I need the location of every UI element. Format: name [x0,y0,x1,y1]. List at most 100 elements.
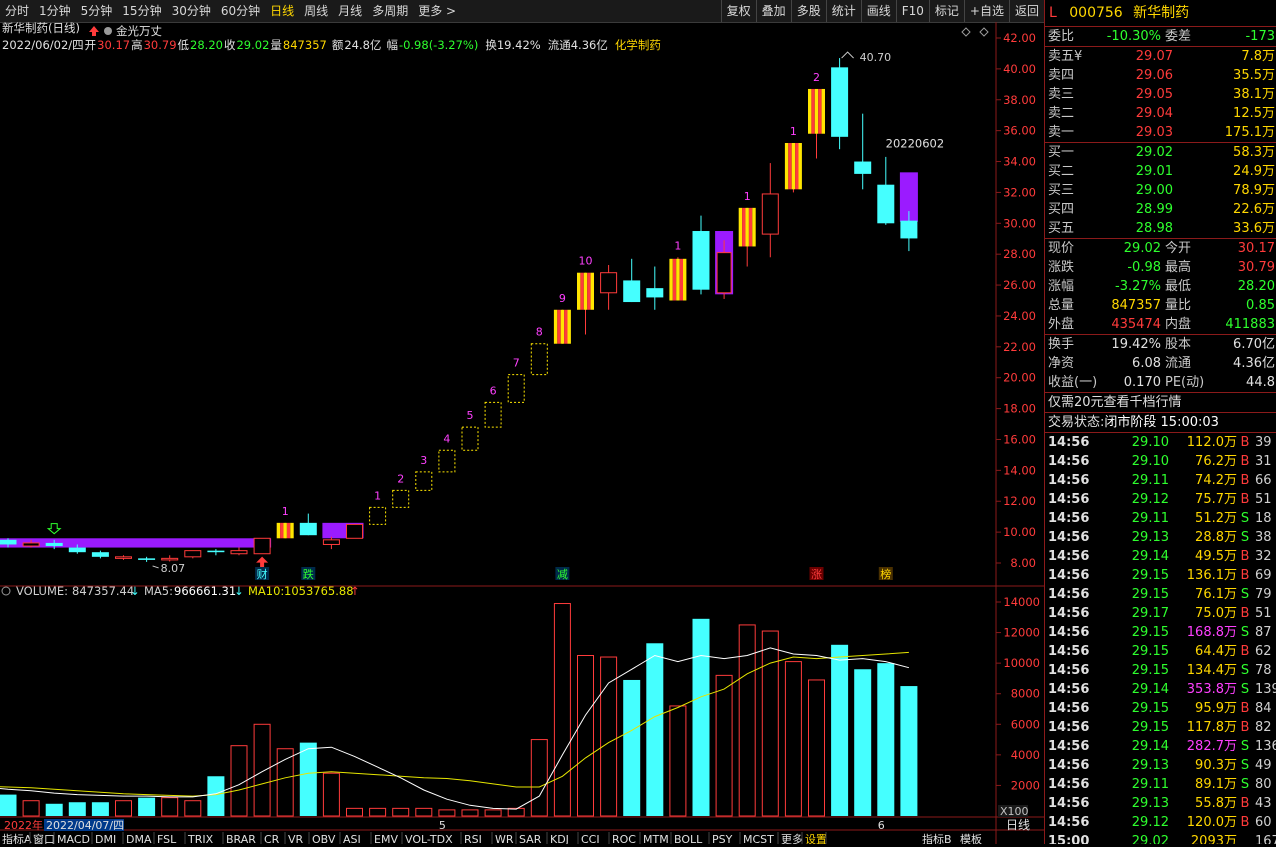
indicator-tab[interactable]: ASI [343,832,372,846]
period-tab-4[interactable]: 30分钟 [167,0,216,22]
kline-chart-area[interactable]: 1 1 2 3 4 5 6 7 8 9 10 1 1 1 2 40.70 8.07 20220602 财跌减涨榜… [0,21,1044,846]
tick-price: 29.02 [1131,834,1169,844]
period-tab-10[interactable]: 更多 > [413,0,461,22]
candle-body-stripe [590,272,594,310]
kline-chart[interactable]: 1123456789101112 40.708.0720220602 财跌减涨榜… [0,21,1044,846]
indicator-tab[interactable]: 设置 [805,832,827,846]
tick-volume: 28.8万 [1195,530,1237,545]
period-tab-0[interactable]: 分时 [0,0,34,22]
toolbar-action-3[interactable]: 统计 [825,0,861,22]
indicator-tab[interactable]: ROC [612,832,641,846]
bid-price: 29.01 [1135,164,1173,179]
right-tab[interactable]: 模板 [960,832,982,846]
indicator-tab-label: EMV [374,833,398,844]
fund-value: 6.08 [1132,356,1161,371]
high-marker [841,51,854,59]
tick-side: S [1240,739,1250,754]
candle [808,88,825,159]
candle-body [623,280,641,303]
period-tab-8[interactable]: 月线 [333,0,367,22]
notice-link[interactable]: 仅需20元查看千档行情 [1045,393,1276,413]
ma5-down-icon: ↓ [234,584,244,598]
indicator-tab[interactable]: VOL-TDX [405,832,462,846]
ma10-value: 1053765.88 [284,584,354,598]
indicator-tab[interactable]: MCST [743,832,779,846]
indicator-tab[interactable]: SAR [519,832,548,846]
indicator-tab-label: 指标A [2,832,32,844]
volume-bar [577,655,594,817]
diamond-icon [979,27,989,37]
indicator-tab[interactable]: MACD [57,832,93,846]
tick-volume: 64.4万 [1195,644,1237,659]
header-date: 2022/06/02/四 [2,38,84,52]
indicator-tab[interactable]: BRAR [226,832,262,846]
candle-body [877,184,895,224]
indicator-tab[interactable]: CR [264,832,286,846]
price-tick-label: 12.00 [1003,494,1036,508]
count-label: 6 [490,384,497,397]
volume-tick-label: 14000 [1003,595,1040,609]
toolbar-action-1[interactable]: 叠加 [755,0,791,22]
indicator-tab[interactable]: DMA [126,832,155,846]
close-value: 29.02 [236,38,269,52]
stat-row: 涨跌 -0.98 最高 30.79 [1045,258,1276,277]
stat-row: 涨幅 -3.27% 最低 28.20 [1045,277,1276,296]
tick-side: B [1240,492,1250,507]
indicator-tab[interactable]: WR [495,832,517,846]
period-tab-1[interactable]: 1分钟 [34,0,76,22]
period-tab-7[interactable]: 周线 [299,0,333,22]
indicator-tab[interactable]: DMI [95,832,124,846]
indicator-tab[interactable]: BOLL [674,832,710,846]
indicator-tab[interactable]: EMV [374,832,403,846]
period-tab-2[interactable]: 5分钟 [76,0,118,22]
toolbar-action-7[interactable]: +自选 [963,0,1009,22]
indicator-tab[interactable]: KDJ [550,832,579,846]
indicator-tab[interactable]: 指标A [2,832,32,846]
tick-side: S [1240,530,1250,545]
price-tick-label: 32.00 [1003,185,1036,199]
toolbar-actions: 复权 叠加 多股 统计 画线 F10 标记 +自选 返回 [720,0,1044,22]
tick-list[interactable]: 14:56 29.10 112.0万 B 39 14:56 29.10 76.2万 B 31 14:… [1045,433,1276,844]
indicator-tab-label: DMI [95,833,116,844]
tick-price: 29.12 [1131,492,1169,507]
right-tab[interactable]: 指标B [922,832,952,846]
indicator-tab[interactable]: 窗口 [33,832,55,846]
indicator-tab-label: ASI [343,833,361,844]
tick-price: 29.15 [1131,701,1169,716]
period-tab-3[interactable]: 15分钟 [117,0,166,22]
volume-bar [854,669,872,816]
indicator-tab[interactable]: 更多 [781,832,803,846]
fundamental-row: 收益(一) 0.170 PE(动) 44.8 [1045,373,1276,392]
fund-label: 净资 [1048,356,1075,371]
candle-body-stripe [560,309,565,344]
toolbar-action-5[interactable]: F10 [895,0,929,22]
volume-bar [646,643,664,816]
toolbar-action-4[interactable]: 画线 [860,0,896,22]
candle-body [68,547,86,553]
bid-volume: 78.9万 [1233,183,1275,198]
toolbar-action-6[interactable]: 标记 [928,0,964,22]
ask-volume: 175.1万 [1224,125,1275,140]
toolbar-action-8[interactable]: 返回 [1008,0,1044,22]
tick-count: 39 [1255,435,1272,450]
indicator-tab[interactable]: FSL [157,832,186,846]
indicator-tab[interactable]: MTM [643,832,672,846]
toolbar-action-2[interactable]: 多股 [790,0,826,22]
candle-body-stripe [821,88,825,134]
indicator-tab[interactable]: VR [288,832,310,846]
indicator-tab[interactable]: PSY [712,832,741,846]
toolbar-action-0[interactable]: 复权 [720,0,756,22]
period-tab-5[interactable]: 60分钟 [216,0,265,22]
stat-label: 今开 [1165,241,1192,256]
indicator-tab-label: CCI [581,833,600,844]
tick-price: 29.10 [1131,454,1169,469]
indicator-tab[interactable]: CCI [581,832,610,846]
indicator-tab-label: PSY [712,833,733,844]
indicator-tab[interactable]: OBV [312,832,341,846]
tick-price: 29.17 [1131,606,1169,621]
period-tab-6[interactable]: 日线 [265,0,299,22]
indicator-tab[interactable]: RSI [464,832,493,846]
tick-row: 14:56 29.14 282.7万S 136 [1045,737,1276,756]
period-tab-9[interactable]: 多周期 [367,0,413,22]
indicator-tab[interactable]: TRIX [187,832,224,846]
